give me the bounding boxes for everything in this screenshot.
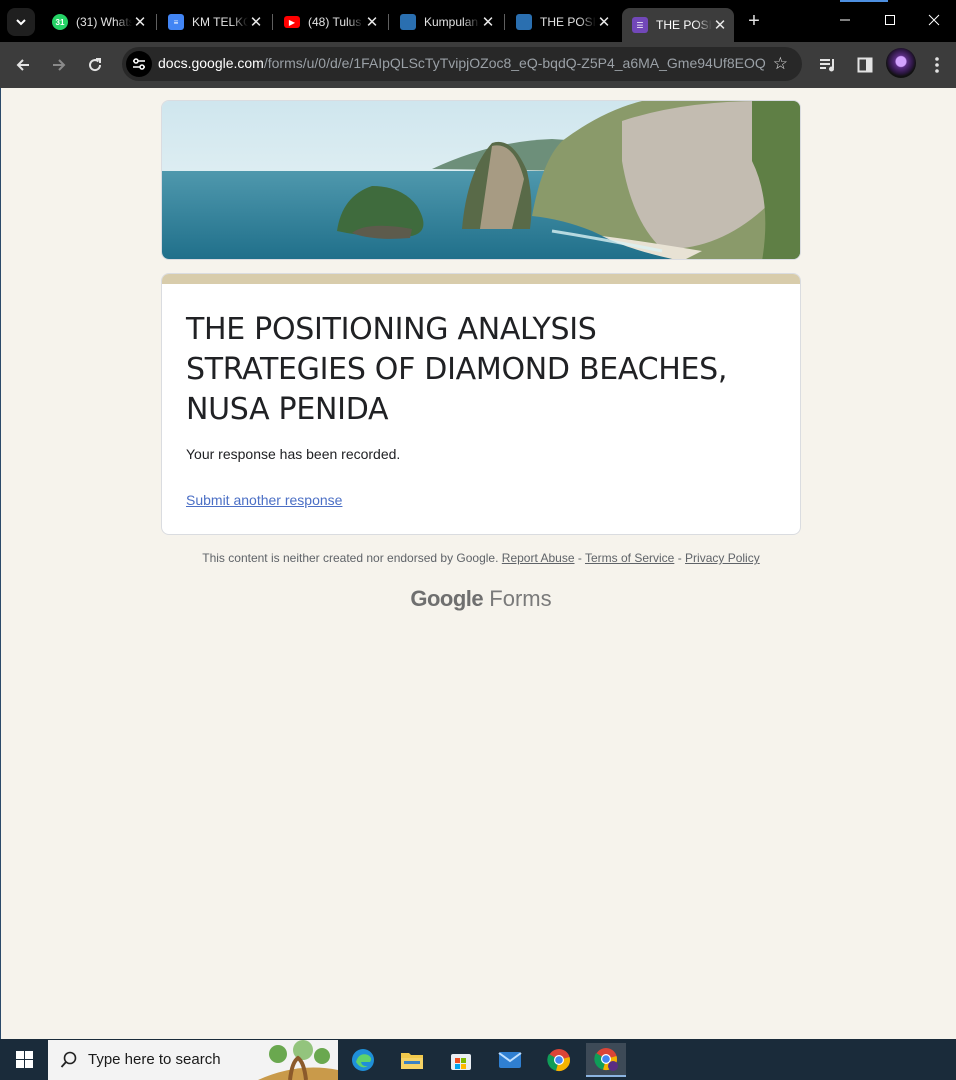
- confirmation-card: THE POSITIONING ANALYSIS STRATEGIES OF D…: [161, 273, 801, 535]
- confirmation-message: Your response has been recorded.: [186, 446, 401, 462]
- terms-of-service-link[interactable]: Terms of Service: [585, 551, 674, 565]
- tab-separator: [272, 14, 273, 30]
- windows-logo-icon: [15, 1051, 33, 1068]
- taskbar-search-box[interactable]: Type here to search: [48, 1040, 338, 1080]
- media-control-button[interactable]: [814, 51, 842, 79]
- close-icon[interactable]: ✕: [364, 13, 380, 31]
- close-icon[interactable]: ✕: [596, 13, 612, 31]
- beach-cliffs-image: [162, 101, 800, 259]
- taskbar-edge[interactable]: [343, 1043, 383, 1077]
- whatsapp-icon: 31: [52, 14, 68, 30]
- form-header-image: [161, 100, 801, 260]
- more-vertical-icon: [935, 57, 939, 73]
- side-panel-button[interactable]: [851, 51, 879, 79]
- tab-separator: [156, 14, 157, 30]
- taskbar-chrome-profile[interactable]: [586, 1043, 626, 1077]
- maximize-icon: [885, 15, 895, 25]
- browser-tab-strip: 31 (31) WhatsApp ✕ ≡ KM TELKOM ✕ ▶ (48) …: [0, 0, 956, 42]
- search-highlight-illustration: [258, 1040, 338, 1080]
- report-abuse-link[interactable]: Report Abuse: [502, 551, 575, 565]
- tab-the-positioning[interactable]: THE POSITIONING ✕: [506, 8, 618, 36]
- mail-icon: [498, 1052, 522, 1068]
- chrome-menu-button[interactable]: [923, 51, 951, 79]
- disclaimer-text: This content is neither created nor endo…: [202, 551, 499, 565]
- new-tab-button[interactable]: +: [742, 8, 766, 34]
- google-wordmark: Google: [410, 586, 484, 611]
- forward-button[interactable]: [45, 51, 73, 79]
- minimize-icon: [840, 19, 850, 21]
- tab-separator: [388, 14, 389, 30]
- address-bar[interactable]: docs.google.com/forms/u/0/d/e/1FAIpQLScT…: [122, 47, 802, 81]
- youtube-icon: ▶: [284, 16, 300, 28]
- edge-icon: [352, 1049, 374, 1071]
- google-docs-icon: ≡: [168, 14, 184, 30]
- browser-toolbar: docs.google.com/forms/u/0/d/e/1FAIpQLScT…: [0, 42, 956, 88]
- tab-title: KM TELKOM: [192, 15, 248, 29]
- url-text[interactable]: docs.google.com/forms/u/0/d/e/1FAIpQLScT…: [158, 55, 766, 71]
- close-icon[interactable]: ✕: [132, 13, 148, 31]
- tab-title: THE POSITIONING: [656, 18, 712, 32]
- form-title: THE POSITIONING ANALYSIS STRATEGIES OF D…: [186, 312, 728, 427]
- url-host: docs.google.com: [158, 55, 264, 71]
- arrow-left-icon: [16, 59, 29, 71]
- search-icon: [60, 1051, 77, 1068]
- store-icon: [451, 1054, 471, 1070]
- chrome-profile-icon: [594, 1048, 618, 1071]
- queue-music-icon: [820, 59, 834, 72]
- tab-google-form-active[interactable]: ☰ THE POSITIONING ✕: [622, 8, 734, 42]
- chevron-down-icon: [16, 19, 26, 26]
- forms-wordmark: Forms: [489, 586, 552, 611]
- tab-youtube[interactable]: ▶ (48) Tulus ✕: [274, 8, 386, 36]
- footer-separator: -: [577, 551, 582, 565]
- tab-separator: [504, 14, 505, 30]
- tab-title: Kumpulan: [424, 15, 479, 29]
- taskbar-file-explorer[interactable]: [392, 1043, 432, 1077]
- tab-search-button[interactable]: [7, 8, 35, 36]
- taskbar-store[interactable]: [441, 1043, 481, 1077]
- search-placeholder: Type here to search: [88, 1051, 221, 1068]
- footer-separator: -: [677, 551, 682, 565]
- minimize-button[interactable]: [822, 0, 868, 40]
- arrow-right-icon: [53, 59, 66, 71]
- bookmark-star-icon[interactable]: ☆: [773, 54, 788, 74]
- side-panel-icon: [857, 57, 873, 73]
- site-icon: [400, 14, 416, 30]
- back-button[interactable]: [9, 51, 37, 79]
- privacy-policy-link[interactable]: Privacy Policy: [685, 551, 760, 565]
- file-explorer-icon: [401, 1053, 423, 1069]
- tune-icon: [133, 58, 145, 70]
- tab-whatsapp[interactable]: 31 (31) WhatsApp ✕: [42, 8, 154, 36]
- google-forms-icon: ☰: [632, 17, 648, 33]
- close-icon[interactable]: ✕: [480, 13, 496, 31]
- tab-km-telkom[interactable]: ≡ KM TELKOM ✕: [158, 8, 270, 36]
- profile-avatar[interactable]: [886, 48, 916, 78]
- form-page: THE POSITIONING ANALYSIS STRATEGIES OF D…: [0, 88, 956, 1039]
- close-icon[interactable]: ✕: [712, 16, 728, 34]
- reload-button[interactable]: [81, 51, 109, 79]
- site-icon: [516, 14, 532, 30]
- maximize-button[interactable]: [867, 0, 913, 40]
- submit-another-response-link[interactable]: Submit another response: [186, 492, 342, 508]
- tab-title: THE POSITIONING: [540, 15, 596, 29]
- tab-title: (48) Tulus: [308, 15, 362, 29]
- footer-disclaimer: This content is neither created nor endo…: [161, 551, 801, 565]
- close-window-button[interactable]: [912, 0, 956, 40]
- site-info-button[interactable]: [126, 51, 152, 77]
- reload-icon: [89, 58, 102, 72]
- windows-taskbar: Type here to search: [0, 1039, 956, 1080]
- close-icon[interactable]: ✕: [248, 13, 264, 31]
- start-button[interactable]: [0, 1039, 48, 1080]
- tab-title: (31) WhatsApp: [76, 15, 132, 29]
- taskbar-chrome[interactable]: [539, 1043, 579, 1077]
- tab-kumpulan[interactable]: Kumpulan ✕: [390, 8, 502, 36]
- card-accent-bar: [162, 274, 800, 284]
- taskbar-mail[interactable]: [490, 1043, 530, 1077]
- close-icon: [928, 14, 940, 26]
- google-forms-logo[interactable]: Google Forms: [161, 586, 801, 612]
- chrome-icon: [547, 1049, 570, 1071]
- url-path: /forms/u/0/d/e/1FAIpQLScTyTvipjOZoc8_eQ-…: [263, 55, 766, 71]
